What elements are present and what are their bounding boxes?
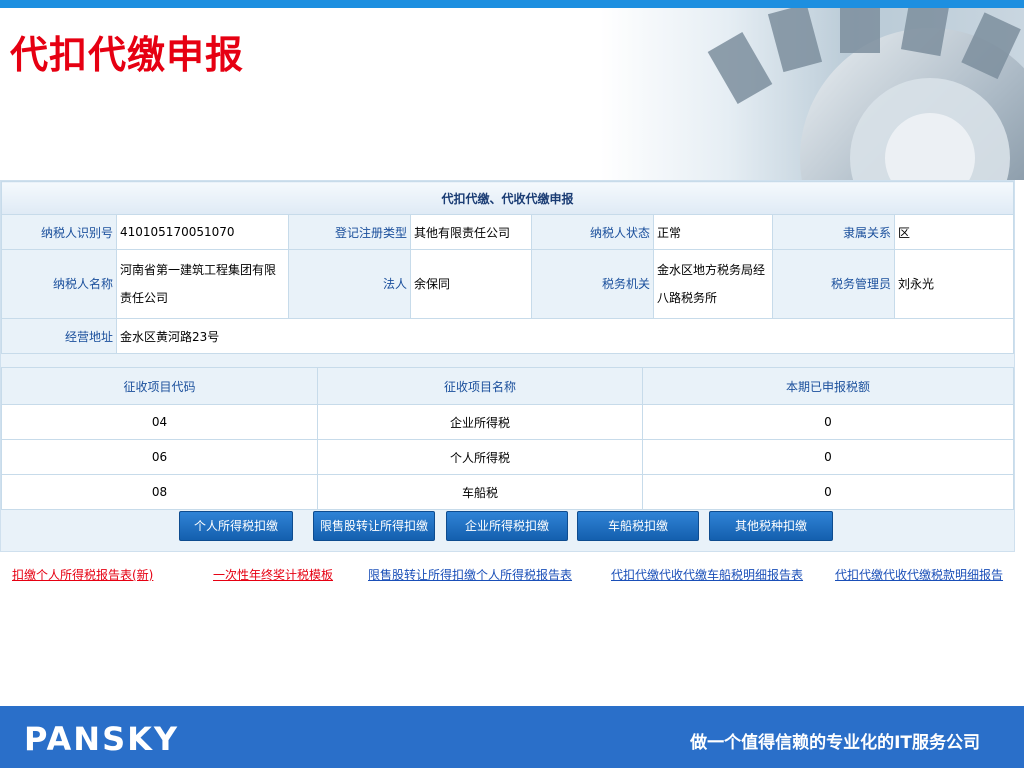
vehicle-tax-button[interactable]: 车船税扣缴 [577, 511, 699, 541]
value-tax-manager: 刘永光 [894, 249, 1014, 319]
label-tax-office: 税务机关 [531, 249, 654, 319]
action-buttons: 个人所得税扣缴 限售股转让所得扣缴 企业所得税扣缴 车船税扣缴 其他税种扣缴 [1, 507, 1014, 543]
item-amount: 0 [642, 439, 1014, 475]
enterprise-income-tax-button[interactable]: 企业所得税扣缴 [446, 511, 568, 541]
link-vehicle-tax-report[interactable]: 代扣代缴代收代缴车船税明细报告表 [611, 566, 803, 583]
tax-items-table: 征收项目代码 征收项目名称 本期已申报税额 04 企业所得税 0 06 个人所得… [1, 367, 1014, 510]
item-code: 06 [1, 439, 318, 475]
value-address: 金水区黄河路23号 [116, 318, 1014, 354]
link-annual-bonus-template[interactable]: 一次性年终奖计税模板 [213, 566, 333, 583]
value-reg-type: 其他有限责任公司 [410, 214, 532, 250]
personal-income-tax-button[interactable]: 个人所得税扣缴 [179, 511, 293, 541]
table-row: 04 企业所得税 0 [1, 404, 1014, 440]
label-taxpayer-name: 纳税人名称 [1, 249, 117, 319]
value-tax-office: 金水区地方税务局经八路税务所 [653, 249, 773, 319]
taxpayer-info-table: 代扣代缴、代收代缴申报 纳税人识别号 410105170051070 登记注册类… [1, 181, 1014, 354]
item-code: 04 [1, 404, 318, 440]
label-address: 经营地址 [1, 318, 117, 354]
top-accent-bar [0, 0, 1024, 8]
item-name: 车船税 [317, 474, 643, 510]
label-taxpayer-id: 纳税人识别号 [1, 214, 117, 250]
label-tax-manager: 税务管理员 [772, 249, 895, 319]
other-tax-button[interactable]: 其他税种扣缴 [709, 511, 833, 541]
item-amount: 0 [642, 474, 1014, 510]
form-caption: 代扣代缴、代收代缴申报 [1, 181, 1014, 215]
item-name: 个人所得税 [317, 439, 643, 475]
item-code: 08 [1, 474, 318, 510]
company-logo: PANSKY [24, 720, 180, 758]
value-affiliation: 区 [894, 214, 1014, 250]
value-taxpayer-id: 410105170051070 [116, 214, 289, 250]
restricted-share-button[interactable]: 限售股转让所得扣缴 [313, 511, 435, 541]
link-restricted-share-report[interactable]: 限售股转让所得扣缴个人所得税报告表 [368, 566, 572, 583]
item-name: 企业所得税 [317, 404, 643, 440]
column-header: 征收项目代码 [1, 367, 318, 405]
gear-image [600, 8, 1024, 180]
company-slogan: 做一个值得信赖的专业化的IT服务公司 [690, 733, 980, 753]
value-legal-person: 余保同 [410, 249, 532, 319]
declaration-form: 代扣代缴、代收代缴申报 纳税人识别号 410105170051070 登记注册类… [0, 180, 1015, 552]
table-row: 08 车船税 0 [1, 474, 1014, 510]
item-amount: 0 [642, 404, 1014, 440]
table-row: 06 个人所得税 0 [1, 439, 1014, 475]
column-header: 本期已申报税额 [642, 367, 1014, 405]
report-links: 扣缴个人所得税报告表(新) 一次性年终奖计税模板 限售股转让所得扣缴个人所得税报… [0, 566, 1024, 590]
label-affiliation: 隶属关系 [772, 214, 895, 250]
link-tax-detail-report[interactable]: 代扣代缴代收代缴税款明细报告 [835, 566, 1003, 583]
link-personal-income-report[interactable]: 扣缴个人所得税报告表(新) [12, 566, 153, 583]
value-taxpayer-status: 正常 [653, 214, 773, 250]
slide-title: 代扣代缴申报 [10, 33, 245, 77]
footer-bar: PANSKY 做一个值得信赖的专业化的IT服务公司 [0, 706, 1024, 768]
label-taxpayer-status: 纳税人状态 [531, 214, 654, 250]
column-header: 征收项目名称 [317, 367, 643, 405]
label-legal-person: 法人 [288, 249, 411, 319]
label-reg-type: 登记注册类型 [288, 214, 411, 250]
value-taxpayer-name: 河南省第一建筑工程集团有限责任公司 [116, 249, 289, 319]
